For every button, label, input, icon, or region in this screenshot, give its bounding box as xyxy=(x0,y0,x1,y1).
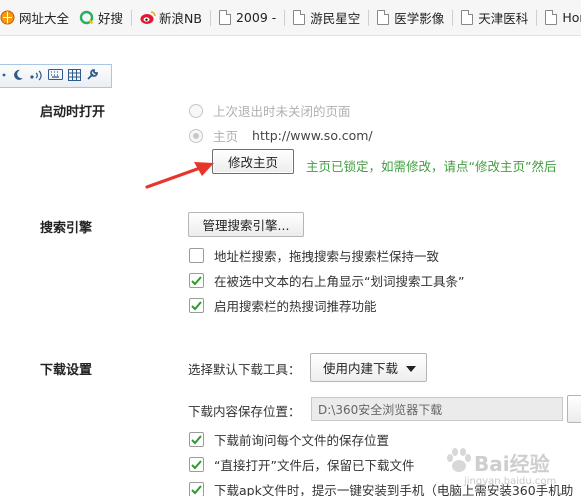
radio-homepage-label: 主页 xyxy=(213,129,239,144)
wrench-icon[interactable] xyxy=(86,68,99,84)
checkmark-icon xyxy=(191,484,202,494)
bookmark-weibo[interactable]: 新浪NB xyxy=(140,0,208,35)
weibo-icon xyxy=(140,10,156,25)
download-path-label: 下载内容保存位置： xyxy=(188,404,301,419)
checkbox[interactable] xyxy=(189,298,204,313)
startup-section-title: 启动时打开 xyxy=(40,105,106,120)
bookmark-wangzhi[interactable]: 网址大全 xyxy=(0,0,75,35)
toolbar-icon-strip xyxy=(0,64,112,88)
page-icon xyxy=(377,10,390,25)
download-tool-select[interactable]: 使用内建下载 xyxy=(310,353,427,382)
homepage-locked-note: 主页已锁定，如需修改，请点“修改主页”然后 xyxy=(306,159,557,174)
startup-option-last-session[interactable]: 上次退出时未关闭的页面 xyxy=(189,101,351,120)
search-option-label: 在被选中文本的右上角显示“划词搜索工具条” xyxy=(214,274,465,289)
sound-icon[interactable] xyxy=(29,69,43,84)
checkmark-icon xyxy=(191,275,202,285)
bookmark-tianjin[interactable]: 天津医科 xyxy=(461,0,534,35)
checkbox[interactable] xyxy=(189,432,204,447)
bookmark-divider xyxy=(131,9,133,26)
bookmark-haosou[interactable]: 好搜 xyxy=(79,0,129,35)
checkmark-icon xyxy=(191,459,202,469)
page-icon xyxy=(218,10,231,25)
bookmark-divider xyxy=(284,9,286,26)
search-option-row[interactable]: 地址栏搜索，拖拽搜索与搜索栏保持一致 xyxy=(189,246,439,265)
haosou-icon xyxy=(79,10,94,25)
bookmark-label: 医学影像 xyxy=(394,11,445,26)
download-option-row[interactable]: 下载前询问每个文件的保存位置 xyxy=(189,430,389,449)
paw-icon xyxy=(447,448,471,472)
checkbox[interactable] xyxy=(189,248,204,263)
browse-button[interactable] xyxy=(567,395,581,423)
checkbox[interactable] xyxy=(189,457,204,472)
checkbox[interactable] xyxy=(189,273,204,288)
edit-homepage-button[interactable]: 修改主页 xyxy=(212,149,294,174)
search-option-label: 地址栏搜索，拖拽搜索与搜索栏保持一致 xyxy=(214,249,440,264)
manage-search-engines-button[interactable]: 管理搜索引擎... xyxy=(188,212,304,237)
page-icon xyxy=(293,10,306,25)
watermark: Bai经验 jingyan.baidu.com xyxy=(444,442,581,496)
bookmark-label: 天津医科 xyxy=(478,11,529,26)
search-option-row[interactable]: 在被选中文本的右上角显示“划词搜索工具条” xyxy=(189,271,464,290)
keyboard-icon[interactable] xyxy=(48,69,63,83)
download-option-label: “直接打开”文件后，保留已下载文件 xyxy=(214,458,415,473)
checkmark-icon xyxy=(191,300,202,310)
bookmark-2009[interactable]: 2009 - xyxy=(218,0,282,35)
search-section-title: 搜索引擎 xyxy=(40,221,93,236)
download-option-label: 下载前询问每个文件的保存位置 xyxy=(214,433,390,448)
checkbox[interactable] xyxy=(189,482,204,496)
bookmark-yixue[interactable]: 医学影像 xyxy=(377,0,450,35)
radio-last-session-label: 上次退出时未关闭的页面 xyxy=(213,104,351,119)
bookmark-label: 游民星空 xyxy=(310,11,361,26)
dot-icon[interactable] xyxy=(2,69,7,84)
bookmark-divider xyxy=(536,9,538,26)
checkmark-icon xyxy=(191,434,202,444)
watermark-text: Bai经验 xyxy=(474,452,550,476)
download-path-input[interactable]: D:\360安全浏览器下载 xyxy=(311,397,563,421)
download-tool-value: 使用内建下载 xyxy=(323,361,399,376)
bookmark-label: Home - xyxy=(562,10,581,25)
bookmark-divider xyxy=(368,9,370,26)
bookmark-home[interactable]: Home - xyxy=(545,0,581,35)
download-option-row[interactable]: “直接打开”文件后，保留已下载文件 xyxy=(189,455,414,474)
download-section-title: 下载设置 xyxy=(40,363,93,378)
bookmark-label: 2009 - xyxy=(235,10,277,25)
startup-option-homepage[interactable]: 主页 http://www.so.com/ xyxy=(189,126,373,145)
bookmarks-bar: 网址大全 好搜 新浪NB 2009 - 游民星空 医学影像 天津医科 Home … xyxy=(0,0,581,36)
bookmark-label: 新浪NB xyxy=(159,11,202,26)
bookmark-divider xyxy=(209,9,211,26)
bookmark-label: 网址大全 xyxy=(19,11,70,26)
radio-last-session[interactable] xyxy=(189,103,203,118)
watermark-sub: jingyan.baidu.com xyxy=(464,476,557,487)
globe-icon xyxy=(0,10,15,25)
search-option-label: 启用搜索栏的热搜词推荐功能 xyxy=(214,299,377,314)
bookmark-youmin[interactable]: 游民星空 xyxy=(293,0,366,35)
grid-icon[interactable] xyxy=(68,68,81,84)
bookmark-label: 好搜 xyxy=(98,11,124,26)
search-option-row[interactable]: 启用搜索栏的热搜词推荐功能 xyxy=(189,296,377,315)
bookmark-divider xyxy=(452,9,454,26)
page-icon xyxy=(545,10,558,25)
radio-homepage[interactable] xyxy=(189,128,203,143)
chevron-down-icon xyxy=(406,366,416,372)
homepage-url: http://www.so.com/ xyxy=(252,128,373,143)
annotation-arrow-icon xyxy=(145,162,214,189)
page-icon xyxy=(461,10,474,25)
download-tool-label: 选择默认下载工具： xyxy=(188,362,301,377)
moon-icon[interactable] xyxy=(12,69,24,84)
